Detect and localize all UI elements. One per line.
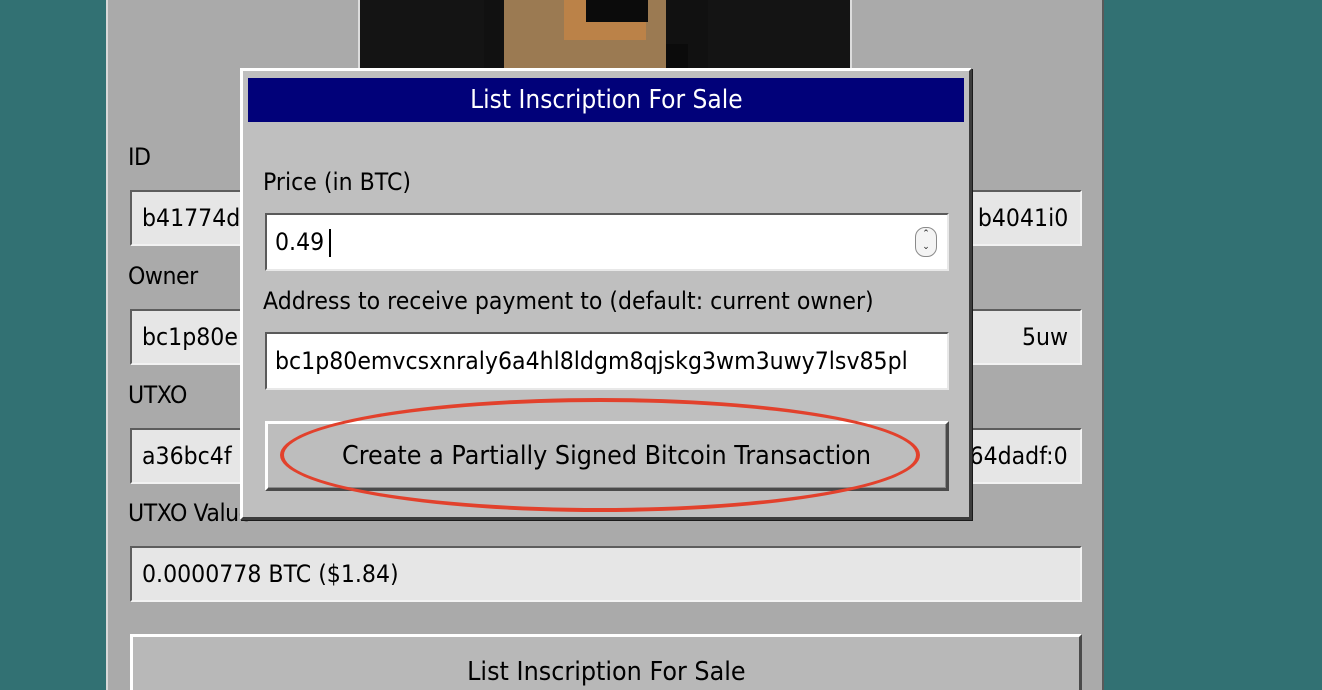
id-label: ID (128, 143, 151, 171)
utxo-value-field[interactable]: 0.0000778 BTC ($1.84) (130, 546, 1082, 602)
dialog-titlebar[interactable]: List Inscription For Sale (248, 78, 964, 122)
price-stepper[interactable]: ⌃ ⌄ (915, 227, 937, 257)
price-label: Price (in BTC) (263, 168, 412, 196)
create-psbt-button-label: Create a Partially Signed Bitcoin Transa… (342, 441, 872, 471)
utxo-value-end: 64dadf:0 (969, 442, 1068, 470)
utxo-value-amount: 0.0000778 BTC ($1.84) (142, 560, 399, 588)
text-caret (329, 229, 332, 257)
price-value: 0.49 (275, 228, 325, 256)
price-input[interactable]: 0.49 ⌃ ⌄ (265, 213, 949, 271)
id-value-start: b41774d (142, 204, 241, 232)
owner-value-start: bc1p80e (142, 323, 238, 351)
create-psbt-button[interactable]: Create a Partially Signed Bitcoin Transa… (265, 421, 949, 491)
address-label: Address to receive payment to (default: … (263, 287, 874, 315)
utxo-value-start: a36bc4f (142, 442, 232, 470)
pixel-art-eye (586, 0, 648, 22)
id-value-end: b4041i0 (977, 204, 1068, 232)
inscription-image (358, 0, 852, 72)
utxo-value-label: UTXO Value (128, 499, 252, 527)
stepper-up-icon[interactable]: ⌃ (916, 228, 936, 241)
address-value: bc1p80emvcsxnraly6a4hl8ldgm8qjskg3wm3uwy… (275, 347, 908, 375)
list-inscription-button-label: List Inscription For Sale (466, 657, 746, 687)
stepper-down-icon[interactable]: ⌄ (916, 241, 936, 254)
dialog-title: List Inscription For Sale (469, 85, 743, 115)
list-for-sale-dialog: List Inscription For Sale Price (in BTC)… (240, 68, 972, 520)
utxo-label: UTXO (128, 381, 187, 409)
owner-value-end: 5uw (1021, 323, 1068, 351)
list-inscription-button[interactable]: List Inscription For Sale (130, 634, 1082, 690)
owner-label: Owner (128, 262, 198, 290)
address-input[interactable]: bc1p80emvcsxnraly6a4hl8ldgm8qjskg3wm3uwy… (265, 332, 949, 390)
